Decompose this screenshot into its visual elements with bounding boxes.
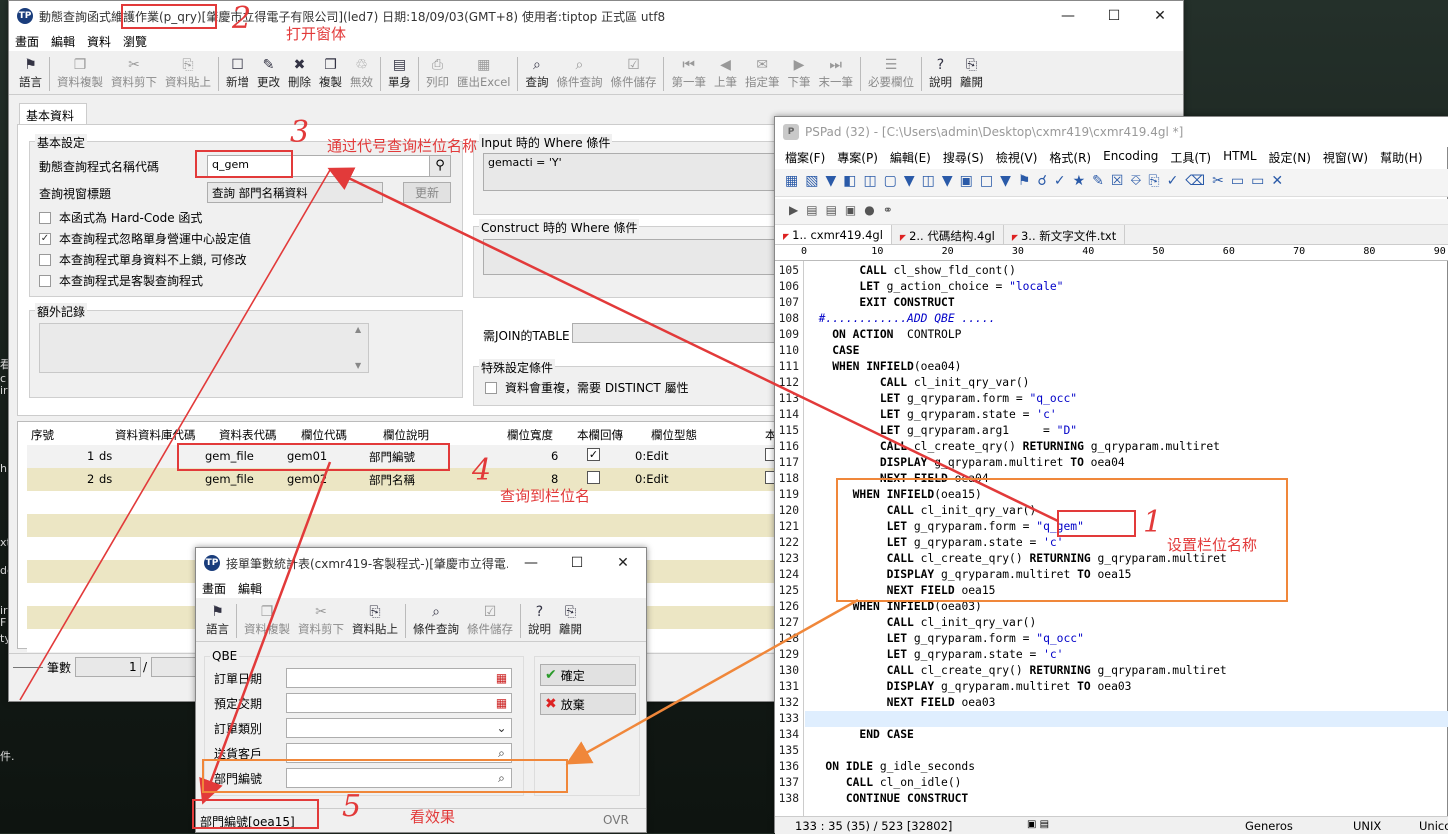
- arrow-field-to-grid: [19, 169, 331, 701]
- annotation-number-2: 2: [232, 1, 252, 36]
- arrow-code-to-query: [565, 598, 859, 765]
- annotation-arrows: [19, 167, 1059, 805]
- annotation-see-result: 看效果: [410, 808, 456, 826]
- annotation-number-1: 1: [1143, 505, 1163, 540]
- annotation-box-query-field: [202, 759, 568, 793]
- annotation-set-field-name: 设置栏位名称: [1167, 536, 1258, 554]
- annotation-number-3: 3: [290, 115, 310, 150]
- annotation-found-field: 查询到栏位名: [500, 487, 591, 505]
- annotation-box-grid-row: [177, 443, 450, 471]
- annotation-box-title: [121, 4, 217, 29]
- annotation-number-5: 5: [342, 789, 362, 824]
- annotation-query-by-code: 通过代号查询栏位名称: [327, 137, 478, 155]
- annotation-number-4: 4: [472, 453, 492, 488]
- annotation-box-status: [192, 799, 319, 829]
- annotation-box-func-code: [195, 150, 293, 178]
- annotation-open-window: 打开窗体: [286, 25, 347, 43]
- arrow-grid-to-status: [199, 461, 332, 805]
